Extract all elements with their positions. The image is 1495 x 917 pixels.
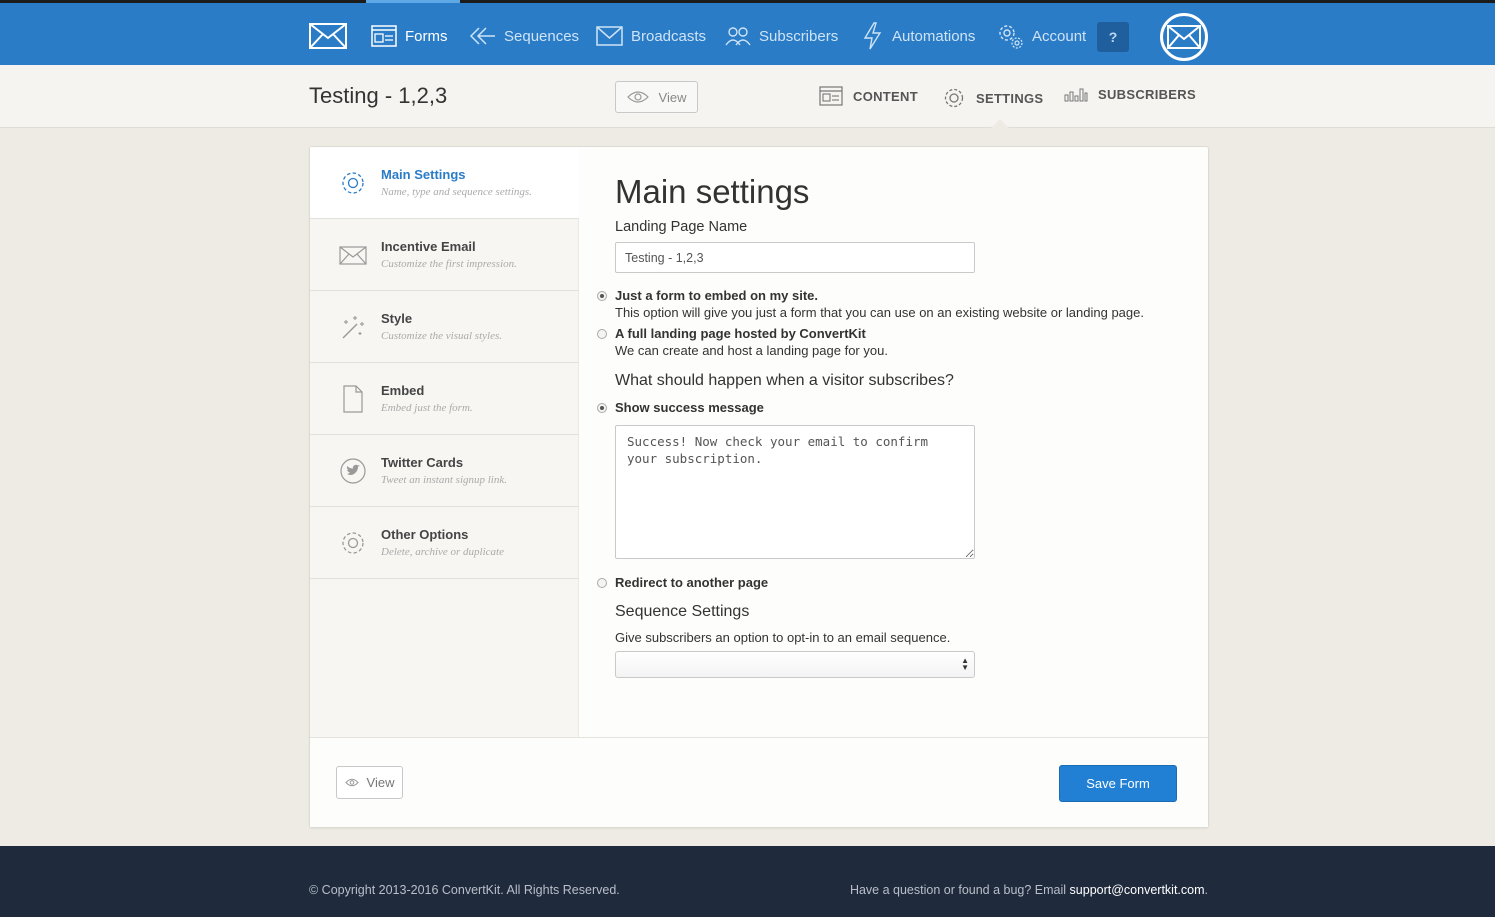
success-message-textarea[interactable]: Success! Now check your email to confirm…: [615, 425, 975, 559]
radio-title: Show success message: [615, 400, 764, 415]
card-footer: View Save Form: [310, 737, 1208, 827]
sidebar-item-desc: Customize the first impression.: [381, 258, 517, 270]
gears-icon: [999, 25, 1023, 49]
bar-chart-icon: [1064, 88, 1088, 102]
convertkit-logo-icon[interactable]: [309, 23, 347, 49]
nav-account[interactable]: Account: [996, 21, 1086, 51]
gear-icon: [342, 172, 364, 194]
sequence-settings-heading: Sequence Settings: [615, 603, 750, 620]
sidebar-item-title: Twitter Cards: [381, 455, 464, 470]
landing-page-name-input[interactable]: [615, 242, 975, 273]
sidebar-item-embed[interactable]: Embed Embed just the form.: [310, 363, 579, 435]
settings-sidebar: Main Settings Name, type and sequence se…: [310, 147, 579, 737]
gear-icon: [342, 532, 364, 554]
broadcasts-icon: [596, 26, 623, 46]
support-email-link[interactable]: support@convertkit.com: [1070, 883, 1205, 897]
radio-desc: This option will give you just a form th…: [615, 305, 1144, 320]
sidebar-item-desc: Embed just the form.: [381, 402, 473, 414]
nav-automations[interactable]: Automations: [862, 21, 975, 51]
settings-card: Main Settings Name, type and sequence se…: [309, 146, 1209, 828]
nav-sequences[interactable]: Sequences: [469, 21, 579, 51]
avatar-envelope-icon: [1167, 25, 1201, 49]
top-navbar: Forms Sequences Broadcasts Subscribers A…: [0, 0, 1495, 65]
sidebar-item-desc: Customize the visual styles.: [381, 330, 502, 342]
save-form-button[interactable]: Save Form: [1059, 765, 1177, 802]
sidebar-item-title: Embed: [381, 383, 425, 398]
document-icon: [343, 385, 363, 413]
active-tab-caret: [991, 119, 1009, 128]
view-button-top-label: View: [658, 89, 687, 105]
nav-subscribers[interactable]: Subscribers: [725, 21, 838, 51]
sidebar-item-title: Style: [381, 311, 413, 326]
sidebar-item-incentive-email[interactable]: Incentive Email Customize the first impr…: [310, 219, 579, 291]
radio-button[interactable]: [597, 403, 607, 413]
page-footer: © Copyright 2013-2016 ConvertKit. All Ri…: [0, 846, 1495, 917]
subscribers-icon: [725, 27, 751, 46]
nav-subscribers-label: Subscribers: [759, 27, 839, 45]
tab-settings[interactable]: SETTINGS: [942, 86, 1043, 110]
sidebar-item-title: Other Options: [381, 527, 469, 542]
tab-subscribers-label: SUBSCRIBERS: [1098, 86, 1196, 102]
sidebar-item-title: Main Settings: [381, 167, 466, 182]
tab-settings-label: SETTINGS: [976, 90, 1044, 106]
nav-account-label: Account: [1032, 27, 1087, 45]
magic-wand-icon: [342, 316, 364, 339]
view-button-bottom[interactable]: View: [336, 766, 403, 799]
sidebar-item-desc: Delete, archive or duplicate: [381, 546, 504, 558]
support-prefix: Have a question or found a bug? Email: [849, 883, 1070, 897]
radio-title: A full landing page hosted by ConvertKit: [615, 326, 866, 341]
support-suffix: .: [1204, 883, 1208, 897]
view-button-bottom-label: View: [366, 775, 395, 790]
content-icon: [819, 86, 843, 106]
nav-sequences-label: Sequences: [504, 27, 580, 45]
sidebar-item-desc: Tweet an instant signup link.: [381, 474, 507, 486]
section-heading: Main settings: [615, 173, 810, 210]
nav-forms[interactable]: Forms: [371, 21, 448, 51]
sequences-icon: [469, 27, 495, 45]
view-button-top[interactable]: View: [615, 81, 698, 113]
eye-icon: [626, 91, 649, 103]
select-arrows-icon: ▲ ▼: [961, 656, 969, 672]
radio-button[interactable]: [597, 578, 607, 588]
sidebar-item-title: Incentive Email: [381, 239, 476, 254]
radio-title: Redirect to another page: [615, 575, 769, 590]
envelope-icon: [339, 246, 367, 265]
sidebar-item-style[interactable]: Style Customize the visual styles.: [310, 291, 579, 363]
avatar[interactable]: [1160, 13, 1208, 61]
sidebar-item-other-options[interactable]: Other Options Delete, archive or duplica…: [310, 507, 579, 579]
radio-button[interactable]: [597, 291, 607, 301]
sequence-settings-desc: Give subscribers an option to opt-in to …: [615, 630, 951, 645]
forms-icon: [371, 25, 397, 47]
nav-broadcasts-label: Broadcasts: [631, 27, 707, 45]
landing-page-name-label: Landing Page Name: [615, 219, 748, 235]
gear-icon: [944, 88, 964, 108]
radio-title: Just a form to embed on my site.: [615, 288, 818, 303]
sidebar-item-twitter-cards[interactable]: Twitter Cards Tweet an instant signup li…: [310, 435, 579, 507]
radio-button[interactable]: [597, 329, 607, 339]
active-tab-indicator: [366, 0, 460, 3]
lightning-icon: [863, 22, 882, 50]
eye-icon: [344, 778, 359, 787]
copyright-text: © Copyright 2013-2016 ConvertKit. All Ri…: [309, 883, 620, 897]
help-button[interactable]: ?: [1097, 22, 1129, 52]
nav-automations-label: Automations: [892, 27, 976, 45]
subscribe-question: What should happen when a visitor subscr…: [615, 372, 954, 389]
sequence-select[interactable]: ▲ ▼: [615, 651, 975, 678]
page-title: Testing - 1,2,3: [309, 83, 448, 108]
nav-broadcasts[interactable]: Broadcasts: [596, 21, 706, 51]
twitter-icon: [340, 458, 366, 484]
tab-content-label: CONTENT: [853, 88, 918, 104]
nav-forms-label: Forms: [405, 27, 448, 45]
support-text: Have a question or found a bug? Email su…: [850, 883, 1208, 897]
sidebar-item-desc: Name, type and sequence settings.: [381, 186, 532, 198]
radio-desc: We can create and host a landing page fo…: [615, 343, 888, 358]
form-subheader: Testing - 1,2,3 View CONTENT SETTINGS SU…: [0, 65, 1495, 128]
sidebar-item-main-settings[interactable]: Main Settings Name, type and sequence se…: [310, 147, 579, 219]
tab-subscribers[interactable]: SUBSCRIBERS: [1064, 86, 1196, 102]
tab-content[interactable]: CONTENT: [819, 86, 918, 106]
